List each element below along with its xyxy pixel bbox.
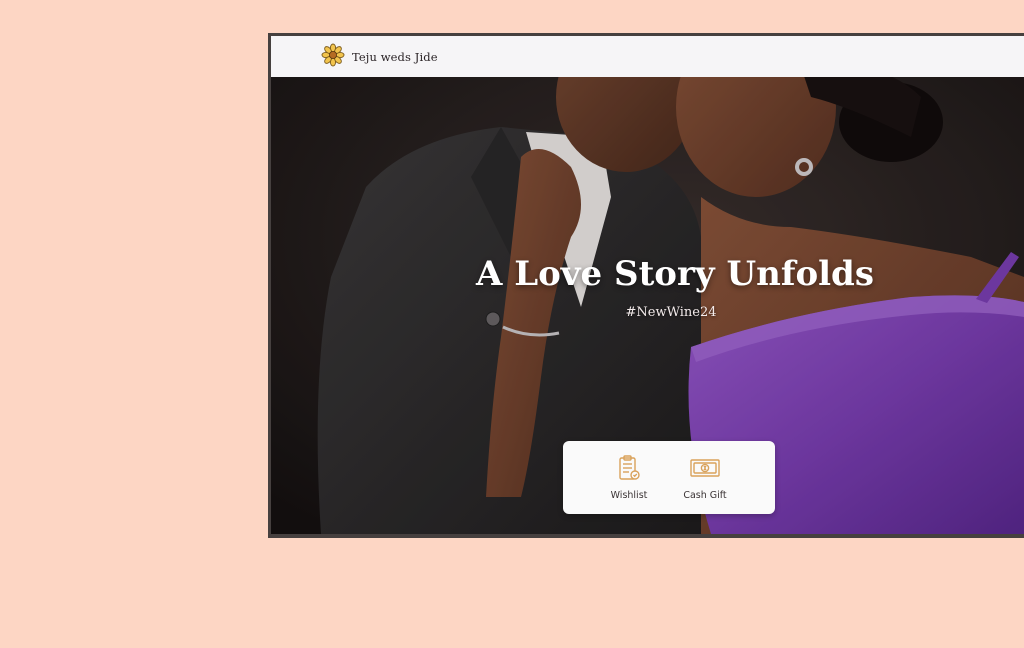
clipboard-list-icon (594, 453, 664, 483)
site-navbar: Teju weds Jide (271, 36, 1024, 77)
flower-icon (321, 43, 345, 71)
banknote-icon (670, 453, 740, 483)
hero-hashtag: #NewWine24 (625, 305, 717, 320)
browser-viewport: Teju weds Jide A Love Story Unfolds #New… (268, 33, 1024, 538)
gift-options-card: Wishlist Cash Gift (563, 441, 775, 514)
brand-link[interactable]: Teju weds Jide (321, 43, 438, 71)
cash-gift-label: Cash Gift (683, 490, 727, 501)
wishlist-label: Wishlist (610, 490, 648, 501)
hero-title: A Love Story Unfolds (476, 254, 874, 294)
hero-section: A Love Story Unfolds #NewWine24 Wishlist… (271, 77, 1024, 534)
brand-title: Teju weds Jide (352, 49, 438, 64)
wishlist-button[interactable]: Wishlist (594, 453, 664, 501)
cash-gift-button[interactable]: Cash Gift (670, 453, 740, 501)
website: Teju weds Jide A Love Story Unfolds #New… (271, 36, 1024, 534)
